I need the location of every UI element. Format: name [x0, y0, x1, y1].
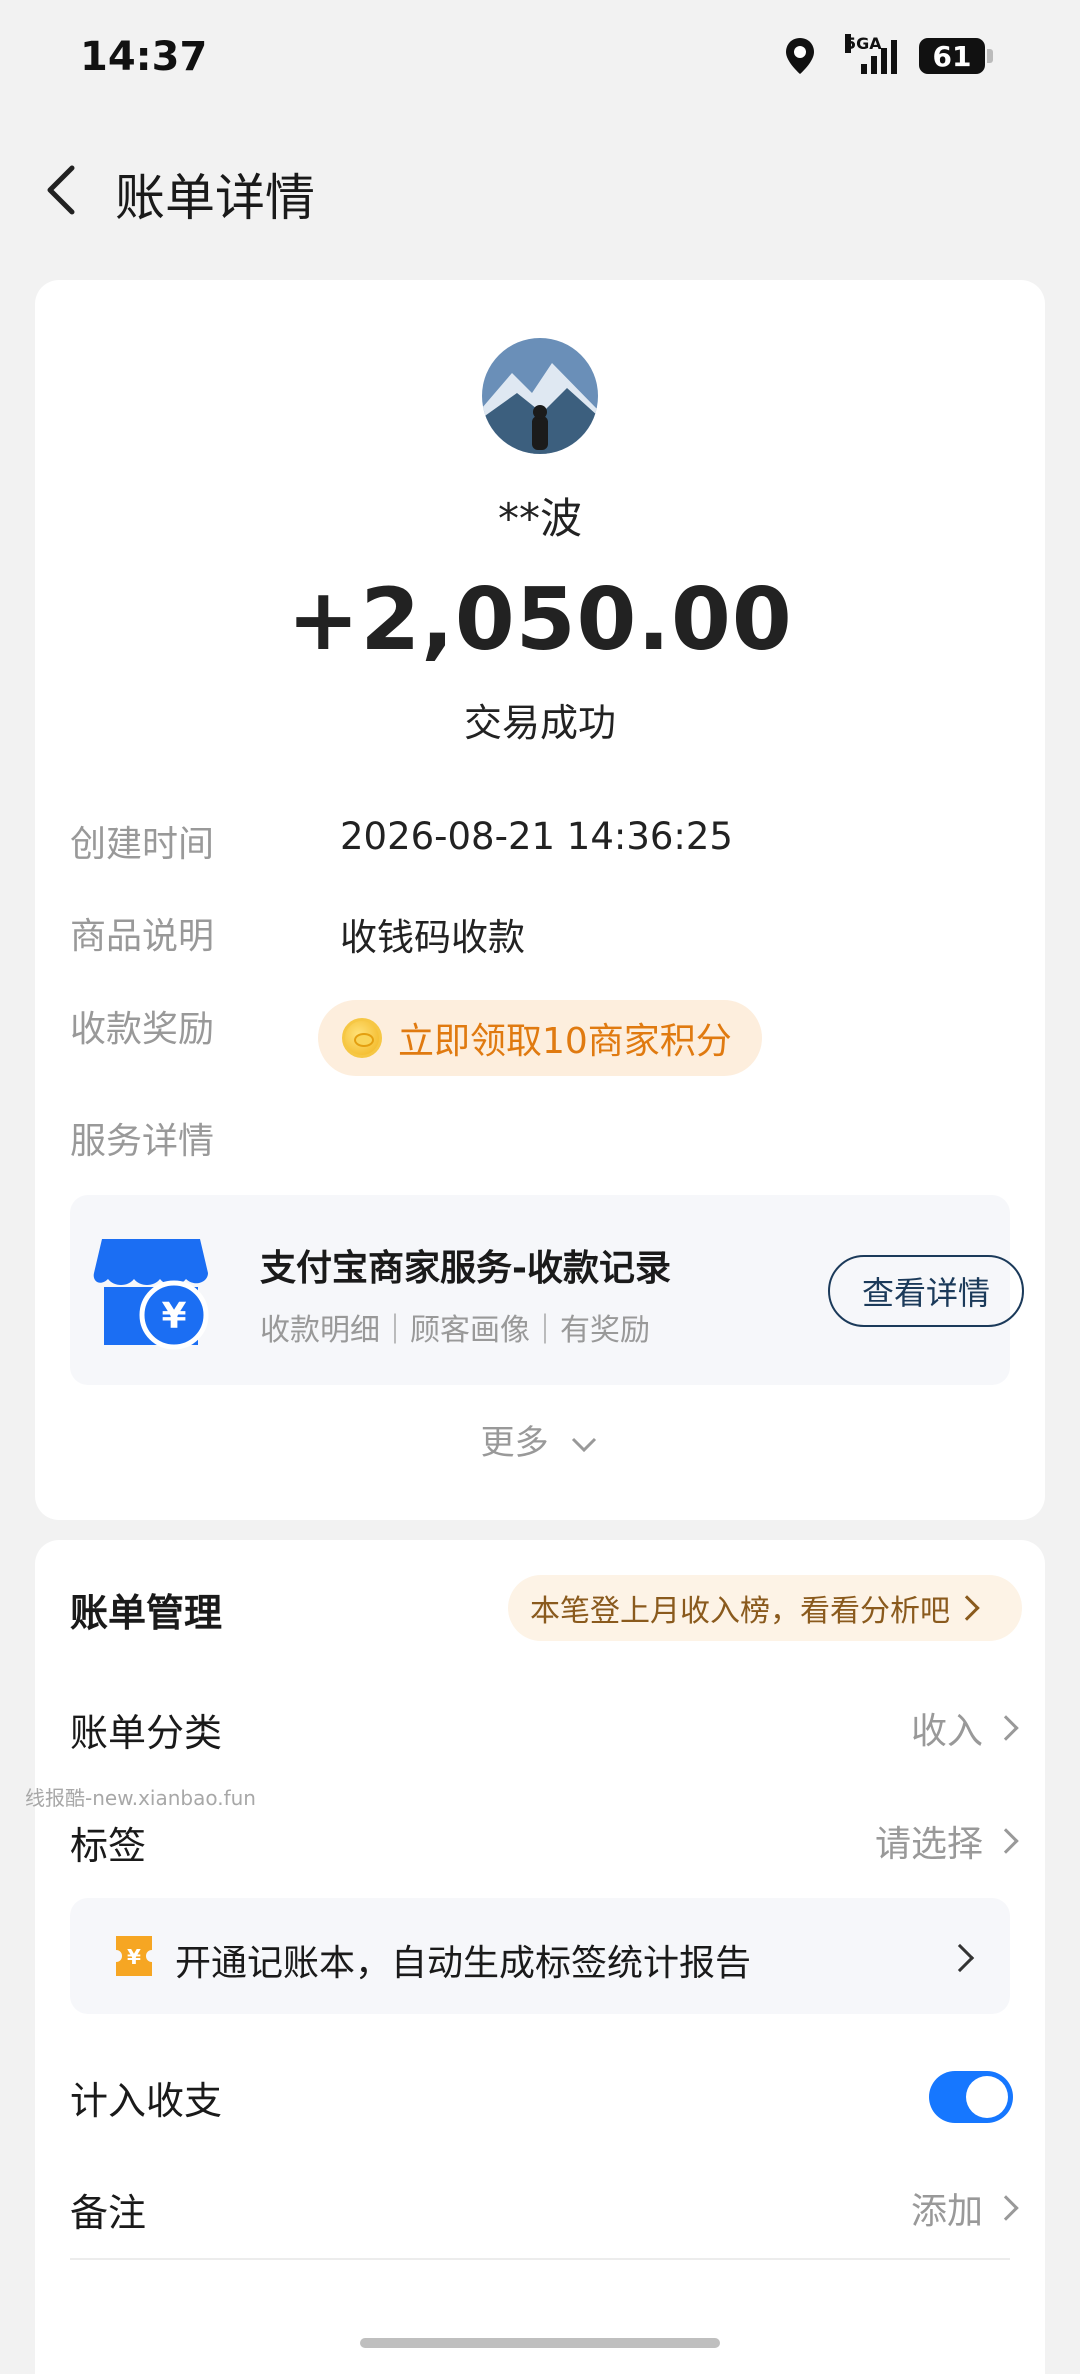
location-icon	[786, 38, 814, 74]
transaction-card: **波 +2,050.00 交易成功 创建时间 2026-08-21 14:36…	[35, 280, 1045, 1520]
ledger-promo-banner[interactable]: ¥ 开通记账本，自动生成标签统计报告	[70, 1898, 1010, 2014]
payer-name: **波	[497, 494, 582, 543]
merchant-service-card[interactable]: ¥ 支付宝商家服务-收款记录 收款明细｜顾客画像｜有奖励 查看详情	[70, 1195, 1024, 1385]
tag-value: 请选择	[874, 1824, 983, 1865]
chevron-right-icon	[945, 1943, 975, 1973]
status-time: 14:37	[80, 34, 208, 80]
back-arrow-icon[interactable]	[34, 160, 94, 220]
status-icons: 5GA 61	[783, 34, 993, 76]
svg-text:¥: ¥	[127, 1945, 141, 1969]
shop-icon: ¥	[93, 1239, 209, 1350]
claim-reward-button[interactable]: 立即领取10商家积分	[318, 1000, 762, 1076]
transaction-status: 交易成功	[463, 701, 616, 745]
watermark: 线报酷-new.xianbao.fun	[25, 1786, 256, 1810]
status-bar: 14:37 5GA 61	[0, 0, 1080, 120]
category-label: 账单分类	[70, 1711, 223, 1755]
more-label: 更多	[480, 1423, 549, 1463]
service-label: 服务详情	[70, 1121, 215, 1162]
more-toggle[interactable]: 更多	[35, 1415, 1045, 1464]
tag-selector[interactable]: 请选择	[874, 1815, 1019, 1867]
reward-label: 收款奖励	[70, 1009, 215, 1050]
signal-icon: 5GA	[839, 34, 897, 74]
category-value: 收入	[910, 1711, 983, 1752]
service-subtitle: 收款明细｜顾客画像｜有奖励	[260, 1313, 650, 1348]
product-value: 收钱码收款	[340, 916, 525, 959]
view-detail-button[interactable]: 查看详情	[828, 1255, 1024, 1327]
service-title: 支付宝商家服务-收款记录	[260, 1248, 671, 1289]
note-value: 添加	[910, 2191, 983, 2232]
divider	[70, 2258, 1010, 2260]
svg-text:¥: ¥	[161, 1296, 186, 1337]
toggle-knob	[966, 2076, 1008, 2118]
promo-text: 开通记账本，自动生成标签统计报告	[175, 1943, 752, 1984]
tag-label: 标签	[70, 1824, 147, 1868]
claim-reward-text: 立即领取10商家积分	[398, 1021, 732, 1062]
analysis-text: 本笔登上月收入榜，看看分析吧	[530, 1594, 950, 1629]
category-selector[interactable]: 收入	[910, 1702, 1019, 1754]
product-label: 商品说明	[70, 916, 215, 957]
header: 账单详情	[0, 140, 1080, 240]
chevron-right-icon	[993, 1715, 1019, 1741]
avatar[interactable]	[482, 338, 598, 454]
page-title: 账单详情	[115, 169, 315, 227]
include-in-balance-toggle[interactable]	[929, 2071, 1013, 2123]
management-title: 账单管理	[70, 1591, 223, 1635]
battery-icon: 61	[919, 38, 993, 74]
chevron-right-icon	[954, 1595, 980, 1621]
network-label: 5GA	[845, 34, 882, 53]
note-label: 备注	[70, 2191, 147, 2235]
chevron-right-icon	[993, 2195, 1019, 2221]
amount: +2,050.00	[287, 570, 793, 670]
income-analysis-link[interactable]: 本笔登上月收入榜，看看分析吧	[508, 1575, 1022, 1641]
bill-management-card: 账单管理 本笔登上月收入榜，看看分析吧 账单分类 收入 标签 请选择 ¥ 开通记…	[35, 1540, 1045, 2374]
note-selector[interactable]: 添加	[910, 2182, 1019, 2234]
battery-level: 61	[932, 39, 972, 73]
created-time-label: 创建时间	[70, 824, 215, 865]
include-in-balance-label: 计入收支	[70, 2079, 223, 2123]
home-indicator[interactable]	[360, 2338, 720, 2348]
coin-icon	[342, 1018, 382, 1058]
chevron-right-icon	[993, 1828, 1019, 1854]
ticket-icon: ¥	[116, 1936, 152, 1976]
chevron-down-icon	[572, 1437, 597, 1452]
created-time-value: 2026-08-21 14:36:25	[340, 815, 733, 858]
